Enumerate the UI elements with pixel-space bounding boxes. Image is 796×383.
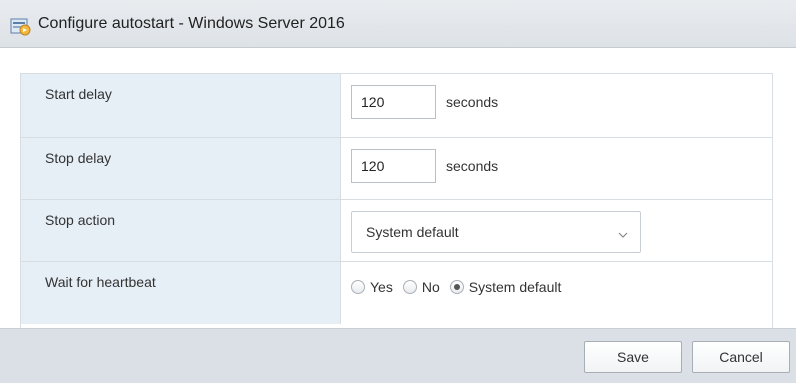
stop-delay-unit: seconds bbox=[446, 158, 499, 174]
start-delay-row: Start delay seconds bbox=[21, 74, 772, 138]
autostart-form-table: Start delay seconds Stop delay seconds S… bbox=[20, 73, 773, 361]
start-delay-input[interactable] bbox=[351, 85, 436, 119]
vm-autostart-icon bbox=[10, 16, 32, 36]
radio-yes-label: Yes bbox=[370, 279, 393, 295]
radio-no-label: No bbox=[421, 279, 440, 295]
start-delay-label: Start delay bbox=[45, 86, 112, 102]
heartbeat-option-system-default[interactable]: System default bbox=[449, 279, 562, 295]
stop-delay-input[interactable] bbox=[351, 149, 436, 183]
dialog-body: Start delay seconds Stop delay seconds S… bbox=[0, 48, 796, 361]
wait-heartbeat-row: Wait for heartbeat Yes No System default bbox=[21, 262, 772, 324]
dialog-titlebar: Configure autostart - Windows Server 201… bbox=[0, 0, 796, 48]
start-delay-label-cell: Start delay bbox=[21, 74, 341, 137]
stop-action-selected-value: System default bbox=[366, 224, 459, 240]
stop-delay-row: Stop delay seconds bbox=[21, 138, 772, 200]
chevron-down-icon bbox=[618, 227, 628, 238]
stop-delay-label: Stop delay bbox=[45, 150, 112, 166]
start-delay-unit: seconds bbox=[446, 94, 499, 110]
dialog-title: Configure autostart - Windows Server 201… bbox=[38, 15, 345, 32]
wait-heartbeat-radio-group: Yes No System default bbox=[351, 279, 571, 295]
stop-action-select[interactable]: System default bbox=[351, 211, 641, 253]
dialog-footer: Save Cancel bbox=[0, 328, 796, 383]
stop-action-label: Stop action bbox=[45, 212, 116, 228]
stop-action-row: Stop action System default bbox=[21, 200, 772, 262]
wait-heartbeat-label-cell: Wait for heartbeat bbox=[21, 262, 341, 324]
heartbeat-option-yes[interactable]: Yes bbox=[351, 279, 393, 295]
save-button[interactable]: Save bbox=[584, 341, 682, 373]
radio-system-default[interactable] bbox=[449, 280, 464, 294]
wait-heartbeat-label: Wait for heartbeat bbox=[45, 274, 156, 290]
stop-action-label-cell: Stop action bbox=[21, 200, 341, 261]
heartbeat-option-no[interactable]: No bbox=[402, 279, 440, 295]
cancel-button[interactable]: Cancel bbox=[692, 341, 790, 373]
radio-yes[interactable] bbox=[351, 280, 365, 294]
stop-delay-label-cell: Stop delay bbox=[21, 138, 341, 199]
radio-system-default-label: System default bbox=[468, 279, 562, 295]
radio-no[interactable] bbox=[402, 280, 417, 294]
